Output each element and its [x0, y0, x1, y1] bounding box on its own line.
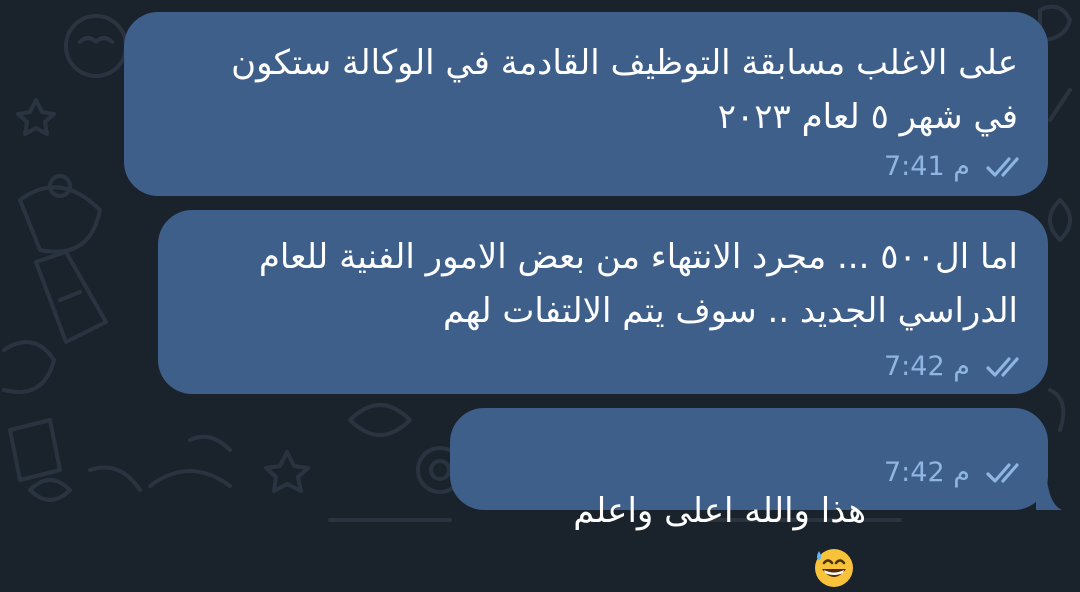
- message-text-3-label: هذا والله اعلى واعلم: [573, 491, 866, 531]
- message-meta-1: 7:41 م: [884, 152, 1030, 182]
- message-text-2: اما ال٥٠٠ ... مجرد الانتهاء من بعض الامو…: [258, 237, 1018, 331]
- double-check-icon: [986, 157, 1019, 177]
- bubble-tail: [1036, 470, 1062, 510]
- message-text-1: على الاغلب مسابقة التوظيف القادمة في الو…: [231, 43, 1018, 137]
- double-check-icon: [986, 463, 1019, 483]
- double-check-icon: [986, 357, 1019, 377]
- message-text-3: هذا والله اعلى واعلم: [474, 430, 866, 592]
- grinning-face-with-sweat-icon: [815, 548, 853, 587]
- message-time-1: 7:41 م: [884, 151, 970, 182]
- message-meta-2: 7:42 م: [884, 352, 1030, 382]
- message-time-2: 7:42 م: [884, 351, 970, 382]
- message-meta-3: 7:42 م: [884, 458, 1030, 488]
- message-time-3: 7:42 م: [884, 457, 970, 488]
